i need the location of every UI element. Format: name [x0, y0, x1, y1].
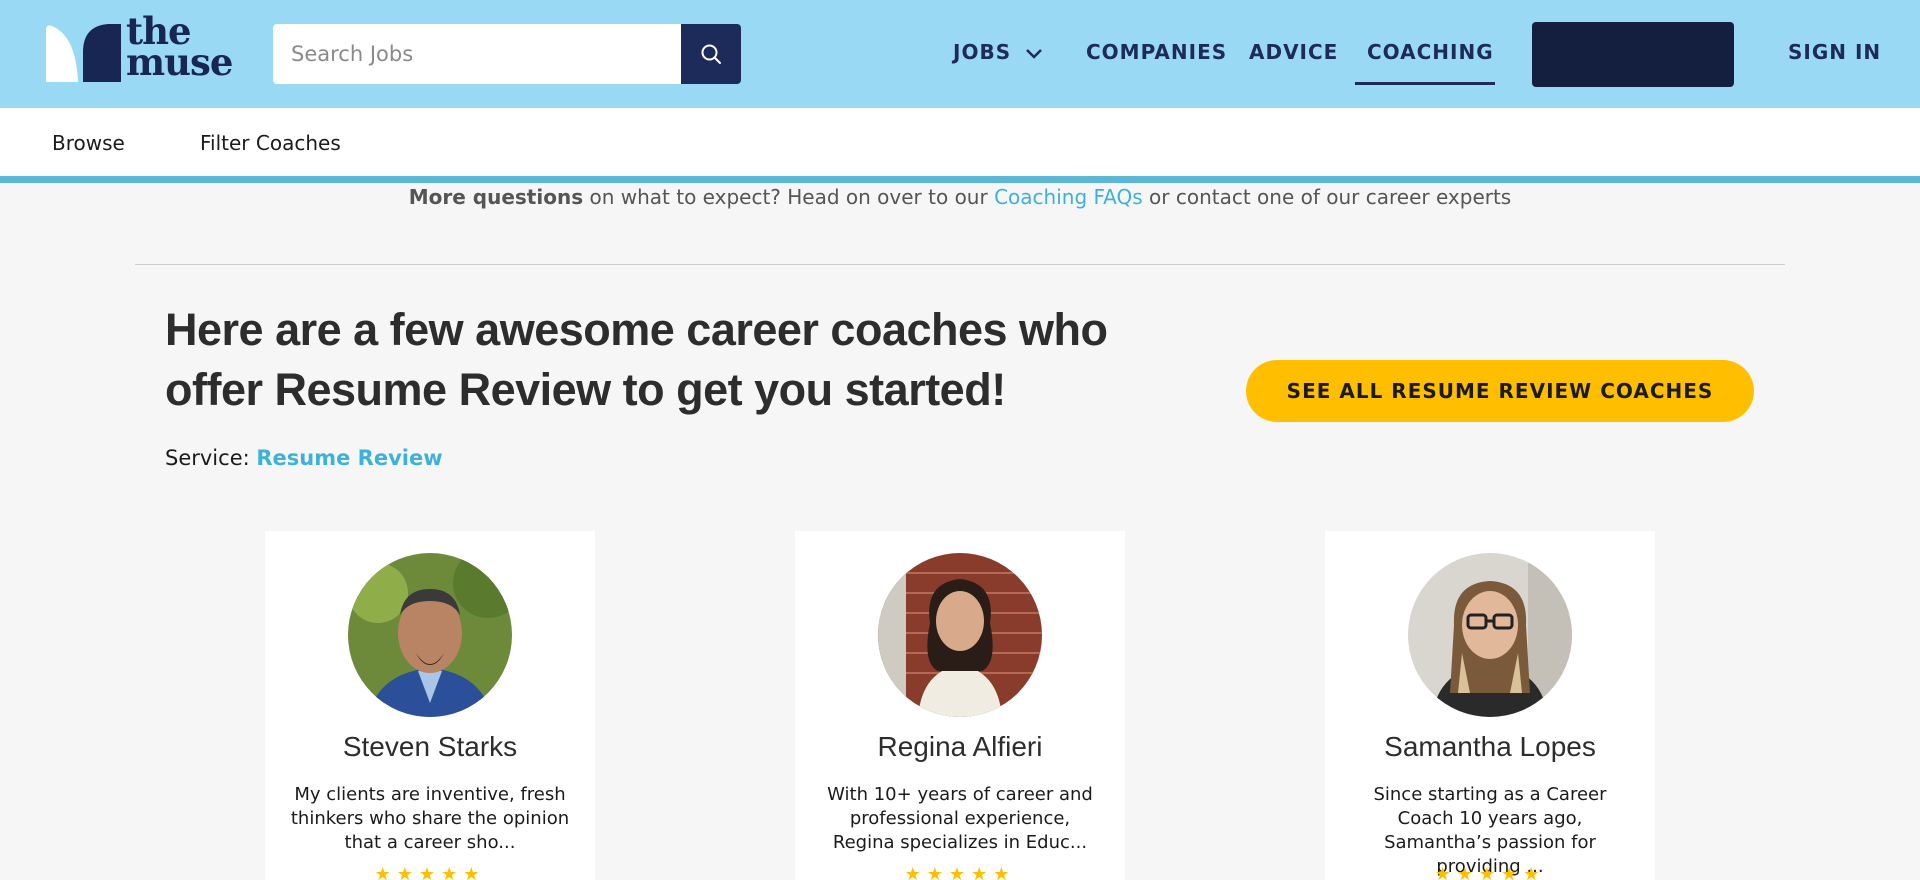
- coach-card[interactable]: Steven Starks My clients are inventive, …: [265, 531, 595, 880]
- faq-text-after: or contact one of our career experts: [1142, 185, 1512, 209]
- faq-text-before: on what to expect? Head on over to our: [583, 185, 995, 209]
- star-icon: ★: [971, 864, 994, 880]
- search-button[interactable]: [681, 24, 741, 84]
- nav-companies[interactable]: COMPANIES: [1086, 40, 1227, 64]
- subnav-divider: [0, 176, 1920, 183]
- coach-name: Regina Alfieri: [877, 731, 1043, 762]
- see-all-coaches-button[interactable]: SEE ALL RESUME REVIEW COACHES: [1246, 360, 1754, 422]
- active-nav-underline: [1355, 82, 1495, 85]
- the-muse-logo[interactable]: the muse: [46, 13, 233, 84]
- star-icon: ★: [1501, 864, 1524, 880]
- star-icon: ★: [1478, 864, 1502, 880]
- job-search: [273, 24, 741, 84]
- coach-card[interactable]: Samantha Lopes Since starting as a Caree…: [1325, 531, 1655, 880]
- star-icon: ★: [441, 864, 464, 880]
- service-label: Service:: [165, 446, 257, 470]
- coach-photo-icon: [1408, 553, 1572, 717]
- sign-in-link[interactable]: SIGN IN: [1788, 40, 1881, 64]
- coach-name: Samantha Lopes: [1384, 731, 1596, 762]
- star-icon: ★: [1456, 864, 1479, 880]
- star-icon: ★: [904, 864, 927, 880]
- star-icon: ★: [993, 864, 1016, 880]
- search-jobs-input[interactable]: [273, 24, 681, 84]
- chevron-down-icon: [1026, 48, 1042, 59]
- star-icon: ★: [1434, 864, 1457, 880]
- page-title: Here are a few awesome career coaches wh…: [165, 304, 1108, 415]
- rating-stars: ★★★★★: [265, 864, 595, 880]
- nav-coaching[interactable]: COACHING: [1367, 40, 1494, 64]
- service-link[interactable]: Resume Review: [256, 446, 442, 470]
- logo-mark-icon: [46, 24, 121, 82]
- subnav-filter-coaches[interactable]: Filter Coaches: [200, 131, 341, 155]
- star-icon: ★: [1523, 864, 1546, 880]
- star-icon: ★: [418, 864, 442, 880]
- search-icon: [701, 44, 721, 64]
- subnav-browse[interactable]: Browse: [52, 131, 125, 155]
- rating-stars: ★★★★★: [795, 864, 1125, 880]
- star-icon: ★: [463, 864, 486, 880]
- nav-jobs[interactable]: JOBS: [953, 40, 1043, 64]
- coach-bio: With 10+ years of career and professiona…: [827, 784, 1093, 853]
- top-header: the muse JOBS COMPANIES ADVICE COACHING …: [0, 0, 1920, 108]
- employers-button[interactable]: EMPLOYERS: [1532, 22, 1734, 87]
- coaching-subnav: Browse Filter Coaches: [0, 108, 1920, 178]
- star-icon: ★: [926, 864, 949, 880]
- coach-name: Steven Starks: [342, 731, 518, 762]
- star-icon: ★: [396, 864, 419, 880]
- faq-bold-text: More questions: [408, 185, 584, 209]
- section-divider: [135, 264, 1785, 265]
- avatar: [878, 553, 1042, 717]
- faq-prompt: More questions on what to expect? Head o…: [0, 185, 1920, 209]
- avatar: [348, 553, 512, 717]
- service-line: Service: Resume Review: [165, 446, 443, 470]
- coach-card[interactable]: Regina Alfieri With 10+ years of career …: [795, 531, 1125, 880]
- coach-photo-icon: [348, 553, 512, 717]
- coaching-faqs-link[interactable]: Coaching FAQs: [994, 185, 1143, 209]
- coach-photo-icon: [878, 553, 1042, 717]
- avatar: [1408, 553, 1572, 717]
- nav-advice[interactable]: ADVICE: [1249, 40, 1338, 64]
- rating-stars: ★★★★★: [1325, 864, 1655, 880]
- star-icon: ★: [948, 864, 972, 880]
- coach-bio: My clients are inventive, fresh thinkers…: [290, 784, 570, 853]
- nav-jobs-label: JOBS: [953, 40, 1012, 64]
- logo-text-muse: muse: [126, 40, 233, 84]
- star-icon: ★: [374, 864, 397, 880]
